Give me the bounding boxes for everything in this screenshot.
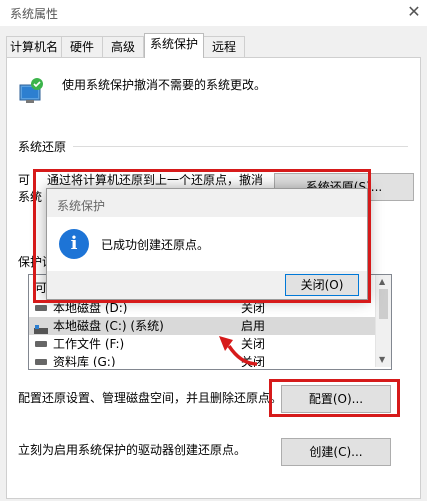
tab-remote[interactable]: 远程 <box>203 36 245 57</box>
red-arrow-icon <box>219 336 258 366</box>
tab-advanced[interactable]: 高级 <box>102 36 144 57</box>
title-bar: 系统属性 ✕ <box>0 0 427 26</box>
drive-icon <box>35 305 47 311</box>
create-button[interactable]: 创建(C)... <box>281 438 391 466</box>
drive-icon <box>35 359 47 365</box>
system-protection-icon <box>17 76 45 106</box>
scroll-up-icon[interactable]: ▲ <box>379 277 385 286</box>
close-icon[interactable]: ✕ <box>404 2 424 22</box>
drive-list-scrollbar[interactable]: ▲ ▼ <box>375 275 391 367</box>
restore-heading: 系统还原 <box>18 140 67 154</box>
drive-icon <box>35 341 47 347</box>
configure-highlight <box>269 379 400 417</box>
system-properties-window: 系统属性 ✕ 计算机名 硬件 高级 系统保护 远程 使用系统保护撤消不需要的系统… <box>0 0 427 501</box>
intro-text: 使用系统保护撤消不需要的系统更改。 <box>62 78 267 92</box>
drive-row-f[interactable]: 工作文件 (F:) 关闭 <box>29 335 375 353</box>
drive-name: 资料库 (G:) <box>53 355 116 367</box>
configure-text: 配置还原设置、管理磁盘空间，并且删除还原点。 <box>18 391 283 405</box>
system-drive-icon <box>34 321 48 334</box>
scroll-down-icon[interactable]: ▼ <box>379 355 385 364</box>
tab-system-protection[interactable]: 系统保护 <box>144 33 204 58</box>
scroll-thumb[interactable] <box>379 289 388 319</box>
window-title: 系统属性 <box>10 7 59 21</box>
dialog-highlight <box>33 169 371 303</box>
drive-name: 本地磁盘 (C:) (系统) <box>53 319 164 333</box>
restore-divider <box>73 146 408 147</box>
drive-row-g[interactable]: 资料库 (G:) 关闭 <box>29 353 375 367</box>
tab-hardware[interactable]: 硬件 <box>61 36 103 57</box>
drive-row-c[interactable]: 本地磁盘 (C:) (系统) 启用 <box>29 317 375 335</box>
restore-desc-start: 可 <box>18 173 31 187</box>
tab-computer-name[interactable]: 计算机名 <box>6 36 62 57</box>
create-text: 立刻为启用系统保护的驱动器创建还原点。 <box>18 443 247 457</box>
drive-name: 工作文件 (F:) <box>53 337 125 351</box>
